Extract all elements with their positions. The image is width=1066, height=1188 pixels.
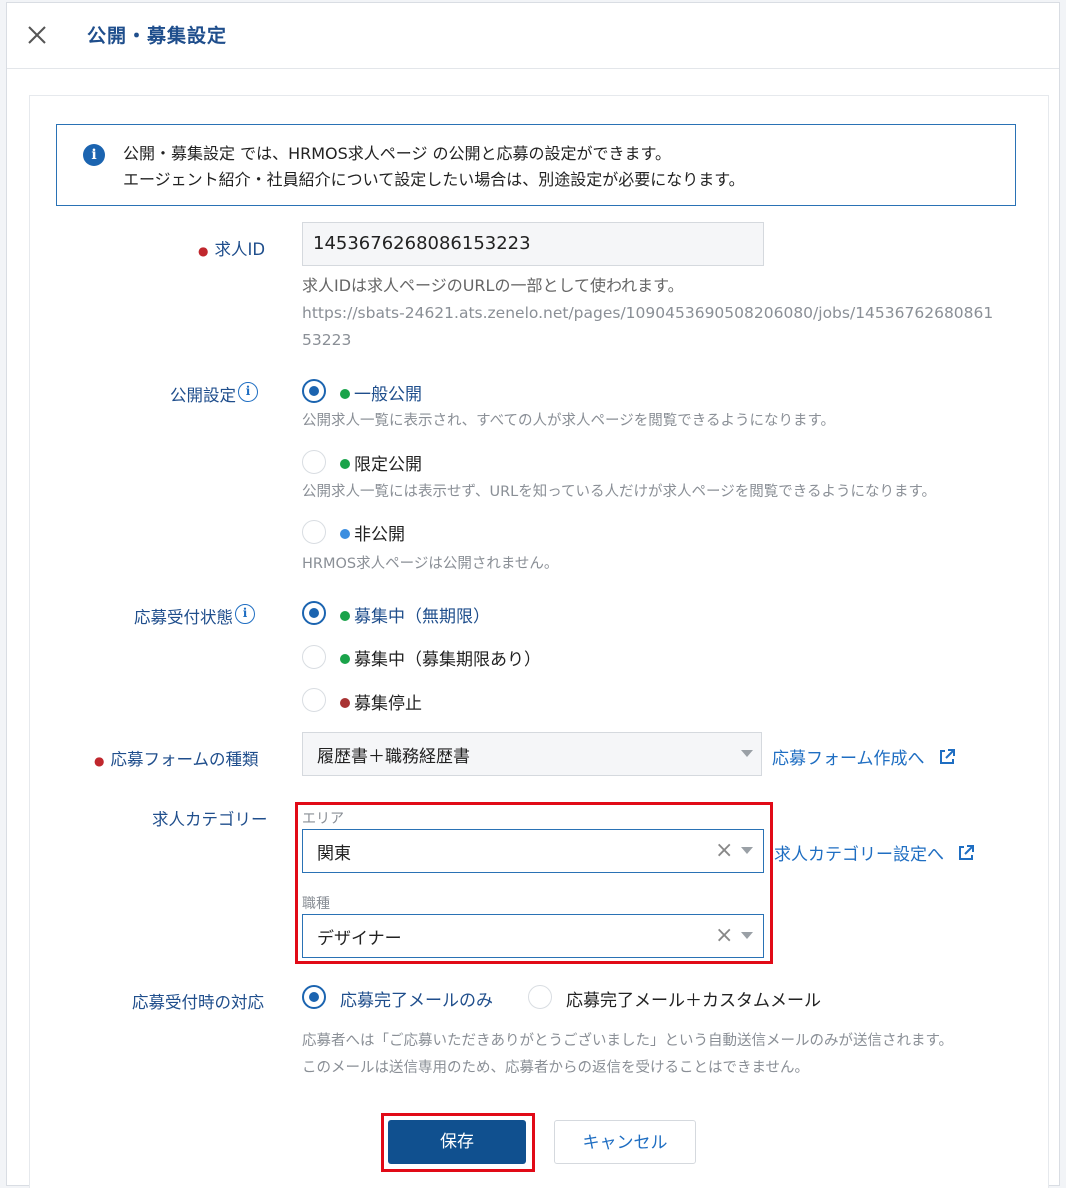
radio-private-hint: HRMOS求人ページは公開されません。 — [302, 556, 559, 572]
highlight-category — [295, 802, 773, 964]
radio-limited-hint: 公開求人一覧には表示せず、URLを知っている人だけが求人ページを閲覧できるように… — [302, 484, 936, 500]
status-label: 応募受付状態 i — [134, 604, 255, 628]
job-id-hint: 求人IDは求人ページのURLの一部として使われます。 — [302, 276, 684, 295]
form-type-value: 履歴書＋職務経歴書 — [317, 747, 470, 767]
job-id-label: ● 求人ID — [198, 240, 266, 259]
close-button[interactable] — [25, 23, 49, 47]
form-type-select[interactable]: 履歴書＋職務経歴書 — [302, 732, 762, 776]
status-dot-green — [340, 611, 350, 621]
radio-limited[interactable] — [302, 450, 326, 474]
status-dot-red — [340, 698, 350, 708]
response-hint-1: 応募者へは「ご応募いただきありがとうございました」という自動送信メールのみが送信… — [302, 1033, 954, 1049]
close-icon — [28, 26, 46, 44]
visibility-label: 公開設定 i — [170, 382, 258, 406]
settings-panel: 公開・募集設定 i 公開・募集設定 では、HRMOS求人ページ の公開と応募の設… — [6, 2, 1060, 1188]
category-settings-link[interactable]: 求人カテゴリー設定へ — [774, 840, 975, 865]
radio-complete-mail[interactable] — [302, 985, 326, 1009]
category-label: 求人カテゴリー — [152, 810, 268, 829]
info-banner: i 公開・募集設定 では、HRMOS求人ページ の公開と応募の設定ができます。 … — [56, 124, 1016, 206]
highlight-save — [381, 1113, 535, 1172]
job-url: https://sbats-24621.ats.zenelo.net/pages… — [302, 304, 994, 349]
radio-complete-mail-label[interactable]: 応募完了メールのみ — [340, 986, 493, 1011]
page-title: 公開・募集設定 — [87, 25, 228, 47]
radio-open-indefinite[interactable] — [302, 601, 326, 625]
radio-private-label[interactable]: 非公開 — [340, 520, 405, 545]
cancel-button[interactable]: キャンセル — [554, 1120, 696, 1164]
required-dot: ● — [94, 753, 105, 768]
panel-header: 公開・募集設定 — [7, 3, 1059, 69]
radio-public-hint: 公開求人一覧に表示され、すべての人が求人ページを閲覧できるようになります。 — [302, 413, 836, 429]
status-dot-green — [340, 459, 350, 469]
radio-public[interactable] — [302, 379, 326, 403]
radio-private[interactable] — [302, 520, 326, 544]
radio-custom-mail[interactable] — [528, 985, 552, 1009]
required-dot: ● — [198, 243, 209, 258]
response-label: 応募受付時の対応 — [132, 993, 264, 1012]
radio-closed-label[interactable]: 募集停止 — [340, 689, 422, 714]
status-dot-green — [340, 654, 350, 664]
chevron-down-icon — [741, 750, 753, 757]
form-type-label: ● 応募フォームの種類 — [94, 750, 259, 769]
form-create-link[interactable]: 応募フォーム作成へ — [772, 744, 956, 769]
radio-public-label[interactable]: 一般公開 — [340, 380, 422, 405]
status-dot-green — [340, 389, 350, 399]
external-link-icon — [939, 749, 955, 764]
radio-limited-label[interactable]: 限定公開 — [340, 450, 422, 475]
help-icon[interactable]: i — [238, 382, 258, 402]
radio-custom-mail-label[interactable]: 応募完了メール＋カスタムメール — [566, 986, 821, 1011]
external-link-icon — [959, 845, 975, 860]
response-hint-2: このメールは送信専用のため、応募者からの返信を受けることはできません。 — [302, 1060, 810, 1076]
radio-closed[interactable] — [302, 688, 326, 712]
help-icon[interactable]: i — [235, 604, 255, 624]
status-dot-blue — [340, 529, 350, 539]
info-line-1: 公開・募集設定 では、HRMOS求人ページ の公開と応募の設定ができます。 — [123, 144, 671, 163]
info-line-2: エージェント紹介・社員紹介について設定したい場合は、別途設定が必要になります。 — [123, 170, 745, 189]
radio-open-deadline-label[interactable]: 募集中（募集期限あり） — [340, 645, 541, 670]
radio-open-deadline[interactable] — [302, 645, 326, 669]
info-icon: i — [83, 144, 105, 166]
form-content: i 公開・募集設定 では、HRMOS求人ページ の公開と応募の設定ができます。 … — [29, 95, 1049, 1188]
radio-open-indefinite-label[interactable]: 募集中（無期限） — [340, 602, 490, 627]
job-id-field[interactable]: 1453676268086153223 — [302, 222, 764, 266]
